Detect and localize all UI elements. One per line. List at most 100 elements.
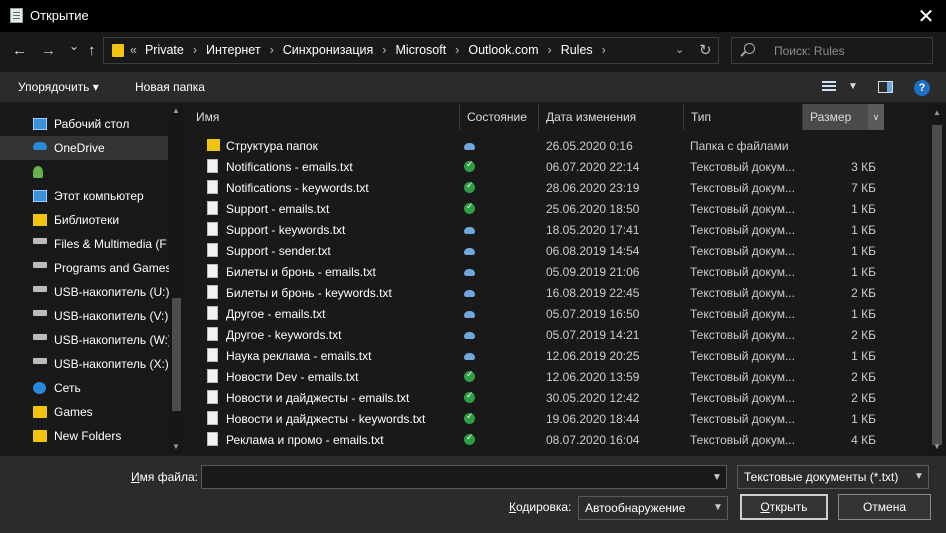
- scroll-down-icon[interactable]: ▼: [933, 442, 941, 451]
- file-date: 05.07.2019 14:21: [546, 328, 640, 342]
- chevron-down-icon[interactable]: ∨: [868, 104, 884, 130]
- close-button[interactable]: ✕: [906, 0, 946, 32]
- scroll-up-icon[interactable]: ▲: [933, 108, 941, 117]
- sidebar-item[interactable]: USB-накопитель (W:): [0, 328, 172, 352]
- breadcrumb-item[interactable]: Microsoft: [395, 43, 446, 57]
- filename-input[interactable]: [201, 465, 727, 489]
- sidebar-item[interactable]: Сеть: [0, 376, 168, 400]
- usb-drive-icon: [33, 334, 47, 340]
- sidebar-item[interactable]: Files & Multimedia (F: [0, 232, 168, 256]
- file-row[interactable]: Notifications - emails.txt 06.07.2020 22:…: [189, 156, 889, 177]
- file-type-select[interactable]: Текстовые документы (*.txt) ▼: [737, 465, 929, 489]
- chevron-down-icon: ▼: [713, 502, 723, 513]
- text-file-icon: [207, 243, 218, 257]
- sidebar-item[interactable]: [0, 160, 168, 184]
- encoding-select[interactable]: Автообнаружение ▼: [578, 496, 728, 520]
- file-name: Билеты и бронь - keywords.txt: [226, 286, 392, 300]
- sidebar-scrollbar[interactable]: ▲ ▼: [169, 104, 183, 454]
- file-size: 3 КБ: [851, 160, 876, 174]
- organize-menu-button[interactable]: Упорядочить ▾: [18, 80, 99, 94]
- file-row[interactable]: Новости Dev - emails.txt 12.06.2020 13:59…: [189, 366, 889, 387]
- text-file-icon: [207, 390, 218, 404]
- help-icon[interactable]: ?: [914, 80, 930, 96]
- file-type: Текстовый докум...: [690, 433, 795, 447]
- breadcrumb-item[interactable]: Интернет: [206, 43, 261, 57]
- file-date: 26.05.2020 0:16: [546, 139, 633, 153]
- drive-icon: [33, 262, 47, 268]
- file-row[interactable]: Support - sender.txt 06.08.2019 14:54 Текс…: [189, 240, 889, 261]
- sidebar-item[interactable]: USB-накопитель (X:): [0, 352, 169, 376]
- chevron-right-icon[interactable]: ›: [548, 43, 552, 57]
- drive-icon: [33, 238, 47, 244]
- file-row[interactable]: Новости и дайджесты - keywords.txt 19.06.…: [189, 408, 889, 429]
- hotkey-letter: К: [509, 500, 516, 514]
- open-button[interactable]: Открыть: [740, 494, 828, 520]
- sidebar-item[interactable]: OneDrive: [0, 136, 168, 160]
- file-row[interactable]: Другое - emails.txt 05.07.2019 16:50 Текст…: [189, 303, 889, 324]
- sidebar-item[interactable]: Библиотеки: [0, 208, 168, 232]
- scrollbar-thumb[interactable]: [932, 125, 942, 445]
- up-button[interactable]: ↑: [88, 42, 96, 59]
- scroll-up-icon[interactable]: ▲: [172, 106, 180, 115]
- sidebar-item[interactable]: Рабочий стол: [0, 112, 168, 136]
- breadcrumb-item[interactable]: Синхронизация: [283, 43, 374, 57]
- view-options-icon[interactable]: [822, 81, 836, 92]
- sidebar-item[interactable]: USB-накопитель (U:): [0, 280, 169, 304]
- text-file-icon: [207, 327, 218, 341]
- scroll-down-icon[interactable]: ▼: [172, 442, 180, 451]
- address-bar[interactable]: « Private › Интернет › Синхронизация › Microso…: [103, 37, 719, 64]
- cancel-button[interactable]: Отмена: [838, 494, 931, 520]
- sidebar-item[interactable]: Games: [0, 400, 168, 424]
- folder-row[interactable]: Структура папок 26.05.2020 0:16 Папка с фа…: [189, 135, 889, 156]
- preview-pane-icon[interactable]: [878, 81, 893, 93]
- file-row[interactable]: Билеты и бронь - keywords.txt 16.08.2019 …: [189, 282, 889, 303]
- sidebar-item[interactable]: New Folders: [0, 424, 168, 448]
- title-bar: Открытие ✕: [0, 0, 946, 32]
- file-row[interactable]: Новости и дайджесты - emails.txt 30.05.20…: [189, 387, 889, 408]
- chevron-right-icon[interactable]: ›: [602, 43, 606, 57]
- forward-button[interactable]: →: [41, 42, 56, 59]
- cloud-status-icon: [464, 143, 475, 150]
- file-row[interactable]: Support - keywords.txt 18.05.2020 17:41 Те…: [189, 219, 889, 240]
- text-file-icon: [207, 348, 218, 362]
- back-button[interactable]: ←: [12, 42, 27, 59]
- file-name: Новости и дайджесты - keywords.txt: [226, 412, 426, 426]
- file-name: Другое - emails.txt: [226, 307, 326, 321]
- search-input[interactable]: Поиск: Rules: [731, 37, 933, 64]
- file-type: Текстовый докум...: [690, 370, 795, 384]
- file-row[interactable]: Support - emails.txt 25.06.2020 18:50 Текс…: [189, 198, 889, 219]
- file-row[interactable]: Другое - keywords.txt 05.07.2019 14:21 Тек…: [189, 324, 889, 345]
- chevron-right-icon[interactable]: ›: [270, 43, 274, 57]
- file-date: 28.06.2020 23:19: [546, 181, 640, 195]
- file-row[interactable]: Наука реклама - emails.txt 12.06.2019 20:…: [189, 345, 889, 366]
- breadcrumb-item[interactable]: Outlook.com: [468, 43, 538, 57]
- file-row[interactable]: Билеты и бронь - emails.txt 05.09.2019 21…: [189, 261, 889, 282]
- chevron-right-icon[interactable]: ›: [455, 43, 459, 57]
- chevron-right-icon[interactable]: ›: [193, 43, 197, 57]
- new-folder-button[interactable]: Новая папка: [135, 80, 205, 94]
- chevron-right-icon[interactable]: ›: [382, 43, 386, 57]
- column-header-date[interactable]: Дата изменения: [539, 104, 684, 130]
- scrollbar-thumb[interactable]: [172, 298, 181, 411]
- file-row[interactable]: Реклама и промо - emails.txt 08.07.2020 1…: [189, 429, 889, 450]
- chevron-down-icon[interactable]: ▼: [848, 81, 858, 92]
- chevron-down-icon[interactable]: ▼: [712, 472, 722, 483]
- column-header-status[interactable]: Состояние: [460, 104, 539, 130]
- file-type: Текстовый докум...: [690, 265, 795, 279]
- recent-locations-button[interactable]: ⌄: [69, 39, 79, 53]
- file-date: 18.05.2020 17:41: [546, 223, 640, 237]
- breadcrumb-overflow[interactable]: «: [130, 43, 137, 57]
- breadcrumb-item[interactable]: Private: [145, 43, 184, 57]
- file-row[interactable]: Notifications - keywords.txt 28.06.2020 2…: [189, 177, 889, 198]
- file-list-scrollbar[interactable]: ▲ ▼: [928, 104, 946, 454]
- address-dropdown-icon[interactable]: ⌄: [675, 43, 684, 56]
- refresh-button[interactable]: ↻: [699, 41, 712, 59]
- sidebar-item[interactable]: Этот компьютер: [0, 184, 168, 208]
- sidebar-item[interactable]: USB-накопитель (V:): [0, 304, 168, 328]
- breadcrumb-item[interactable]: Rules: [561, 43, 593, 57]
- column-header-row: Имя ^ Состояние Дата изменения Тип Разме…: [189, 104, 946, 130]
- cloud-icon: [33, 142, 47, 150]
- filename-label-text: мя файла:: [139, 470, 198, 484]
- column-header-type[interactable]: Тип: [684, 104, 803, 130]
- sidebar-item[interactable]: Programs and Games: [0, 256, 171, 280]
